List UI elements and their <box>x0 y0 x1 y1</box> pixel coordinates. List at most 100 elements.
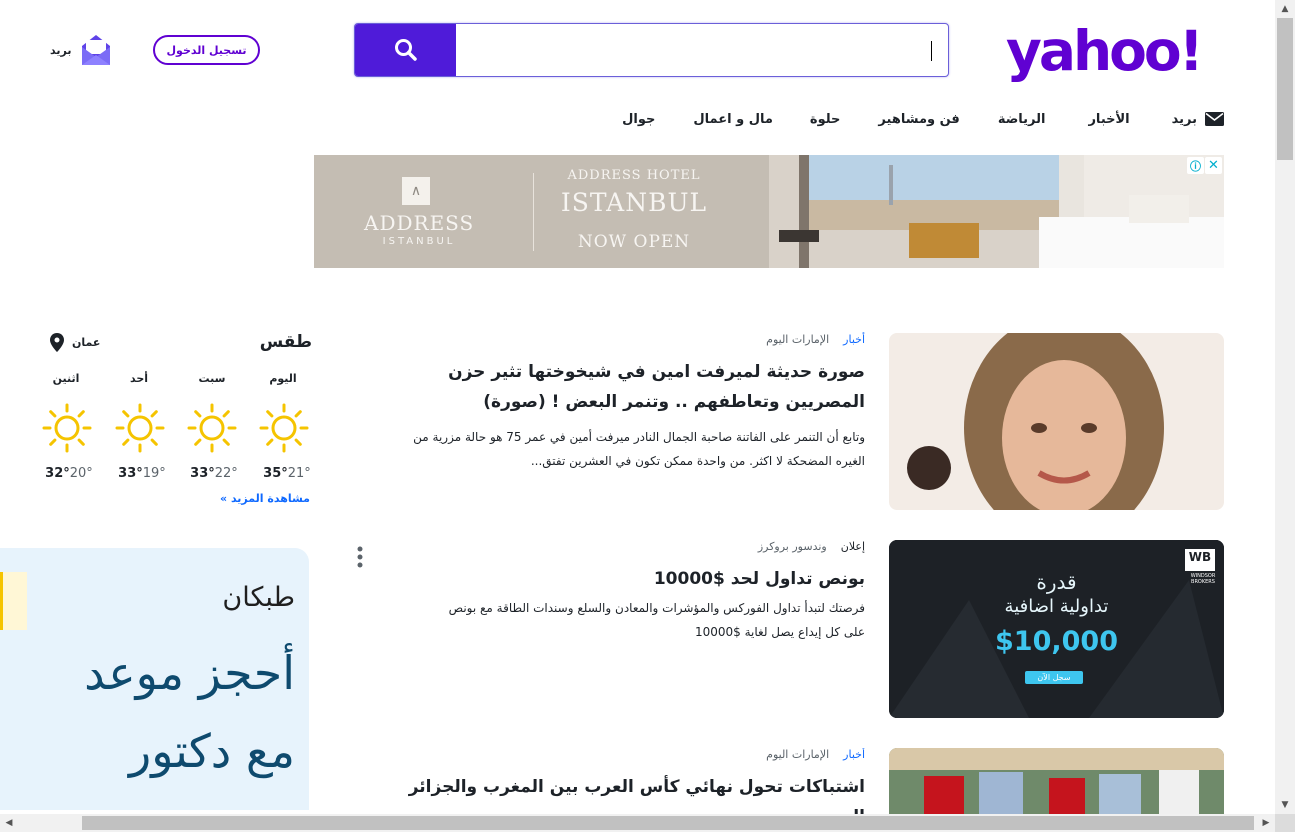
side-ad-brand: طبكان <box>222 582 295 613</box>
nav-label-mail: بريد <box>1171 111 1197 127</box>
ad-city: ISTANBUL <box>560 188 708 217</box>
side-ad[interactable]: طبكان أحجز موعد مع دكتور <box>0 548 309 810</box>
weather-widget: طقس عمان اليوم سبت أحد اثنين 35°21° 33°2… <box>40 330 312 510</box>
weather-more-link[interactable]: مشاهدة المزيد » <box>220 492 310 505</box>
yahoo-logo[interactable]: yahoo! <box>1004 19 1226 86</box>
ad-banner[interactable]: ∧ ADDRESS ISTANBUL ADDRESS HOTEL ISTANBU… <box>314 155 1224 268</box>
ad-image-line2: تداولية اضافية <box>1004 596 1109 617</box>
vertical-scroll-thumb[interactable] <box>1277 18 1293 160</box>
address-logo-icon: ∧ <box>402 177 430 205</box>
horizontal-scroll-thumb[interactable] <box>82 816 1254 830</box>
story-category[interactable]: أخبار <box>843 748 865 761</box>
signin-button[interactable]: تسجيل الدخول <box>153 35 260 65</box>
ad-cta: NOW OPEN <box>577 232 691 252</box>
story-title[interactable]: اشتباكات تحول نهائي كأس العرب بين المغرب… <box>400 772 865 814</box>
nav-item-finance[interactable]: مال و اعمال <box>693 112 773 127</box>
ad-info-icon[interactable]: ⓘ <box>1187 157 1204 174</box>
story-category[interactable]: أخبار <box>843 333 865 346</box>
story-meta: إعلان وندسور بروكرز <box>758 540 865 553</box>
search-bar <box>354 23 952 78</box>
weather-title: طقس <box>259 332 312 352</box>
scrollbar-corner <box>1275 814 1295 832</box>
weather-day-label: أحد <box>129 372 149 385</box>
weather-temp: 33°22° <box>184 466 244 481</box>
mail-icon <box>82 35 111 65</box>
nav-item-mail[interactable]: بريد <box>1172 112 1224 127</box>
sun-icon <box>42 403 92 453</box>
search-icon <box>394 39 417 61</box>
story-source: الإمارات اليوم <box>766 333 830 346</box>
nav-item-style[interactable]: حلوة <box>810 112 841 127</box>
scroll-left-arrow-icon[interactable]: ◀ <box>0 814 18 832</box>
ad-brand: ADDRESS <box>364 211 475 235</box>
story-summary: وتابع أن التنمر على الفاتنة صاحبة الجمال… <box>413 430 865 468</box>
nav-item-mobile[interactable]: جوال <box>622 112 655 127</box>
ad-tab <box>0 572 27 630</box>
text-caret <box>931 41 932 61</box>
scroll-up-arrow-icon[interactable]: ▲ <box>1275 0 1295 18</box>
sun-icon <box>115 403 165 453</box>
sun-icon <box>187 403 237 453</box>
story-summary: فرصتك لتبدأ تداول الفوركس والمؤشرات والم… <box>448 601 865 639</box>
temp-low: 22° <box>214 466 238 481</box>
sun-icon <box>259 403 309 453</box>
vertical-scrollbar[interactable]: ▲ ▼ <box>1275 0 1295 814</box>
scroll-right-arrow-icon[interactable]: ▶ <box>1257 814 1275 832</box>
ad-label: إعلان <box>840 540 865 553</box>
mail-label: بريد <box>50 43 72 57</box>
news-story[interactable]: أخبار الإمارات اليوم اشتباكات تحول نهائي… <box>400 748 1224 814</box>
side-ad-headline: أحجز موعد <box>84 646 295 700</box>
temp-low: 19° <box>142 466 166 481</box>
sponsored-story[interactable]: WB WINDSOR BROKERS قدرة تداولية اضافية $… <box>400 540 1224 720</box>
weather-temp: 33°19° <box>112 466 172 481</box>
envelope-icon <box>1205 112 1224 126</box>
nav-item-sports[interactable]: الرياضة <box>998 112 1046 127</box>
story-thumbnail[interactable] <box>889 333 1224 510</box>
ad-hotel: ADDRESS HOTEL <box>567 168 701 183</box>
mail-link[interactable]: بريد <box>50 33 111 67</box>
story-title[interactable]: بونص تداول لحد $10000 <box>400 564 865 594</box>
story-source: الإمارات اليوم <box>766 748 830 761</box>
temp-low: 20° <box>69 466 93 481</box>
logo-text: yahoo! <box>1006 20 1201 83</box>
football-image <box>889 748 1224 814</box>
advertiser-name[interactable]: وندسور بروكرز <box>758 540 827 553</box>
weather-day-label: اليوم <box>269 372 297 385</box>
portrait-image <box>889 333 1224 510</box>
weather-temp: 32°20° <box>39 466 99 481</box>
temp-high: 35° <box>263 466 288 481</box>
story-title[interactable]: صورة حديثة لميرفت امين في شيخوختها تثير … <box>400 357 865 417</box>
news-story[interactable]: أخبار الإمارات اليوم صورة حديثة لميرفت ا… <box>400 333 1224 511</box>
scroll-down-arrow-icon[interactable]: ▼ <box>1275 796 1295 814</box>
ad-image-amount: $10,000 <box>995 626 1118 657</box>
ad-banner-text-panel: ∧ ADDRESS ISTANBUL ADDRESS HOTEL ISTANBU… <box>314 155 769 268</box>
sponsored-thumbnail[interactable]: WB WINDSOR BROKERS قدرة تداولية اضافية $… <box>889 540 1224 718</box>
search-button[interactable] <box>355 24 456 76</box>
side-ad-headline-2: مع دكتور <box>129 724 295 778</box>
story-meta: أخبار الإمارات اليوم <box>766 748 865 761</box>
hotel-room-image <box>769 155 1224 268</box>
main-nav: بريد الأخبار الرياضة فن ومشاهير حلوة مال… <box>622 108 1224 130</box>
weather-temp: 35°21° <box>257 466 317 481</box>
ad-brand-sub: ISTANBUL <box>382 236 456 247</box>
temp-low: 21° <box>287 466 311 481</box>
horizontal-scrollbar[interactable]: ◀ ▶ <box>0 814 1275 832</box>
location-label: عمان <box>72 336 101 349</box>
weather-day-label: اثنين <box>52 372 80 385</box>
ad-close-icon[interactable]: ✕ <box>1205 157 1222 174</box>
ad-divider <box>533 173 534 251</box>
more-options-icon[interactable] <box>353 545 367 571</box>
temp-high: 32° <box>45 466 70 481</box>
nav-item-news[interactable]: الأخبار <box>1088 112 1129 127</box>
location-pin-icon <box>50 333 64 352</box>
nav-item-celebrity[interactable]: فن ومشاهير <box>878 112 959 127</box>
temp-high: 33° <box>190 466 215 481</box>
temp-high: 33° <box>118 466 143 481</box>
windsor-logo: WB <box>1188 550 1212 564</box>
ad-image-cta: سجل الآن <box>1037 673 1071 682</box>
story-thumbnail[interactable] <box>889 748 1224 814</box>
search-input[interactable] <box>456 24 952 78</box>
ad-image-line1: قدرة <box>1036 570 1077 594</box>
weather-location[interactable]: عمان <box>50 333 100 352</box>
story-meta: أخبار الإمارات اليوم <box>766 333 865 346</box>
